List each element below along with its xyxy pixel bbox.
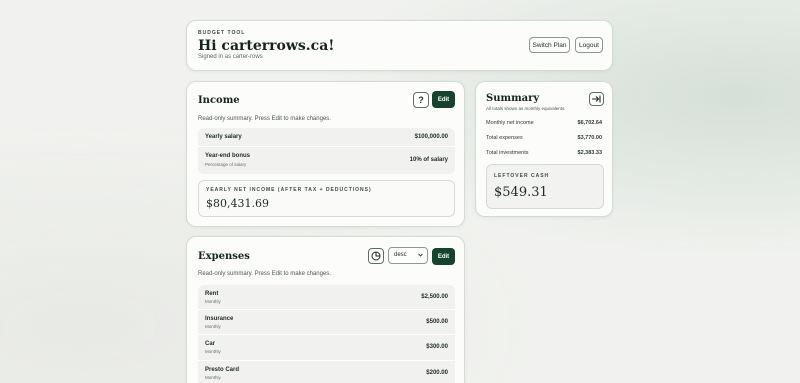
leftover-label: LEFTOVER CASH (494, 173, 550, 179)
summary-row: Total expenses $3,770.00 (486, 135, 602, 141)
income-hint: Read-only summary. Press Edit to make ch… (198, 116, 331, 122)
list-item: Yearly salary $100,000.00 (198, 128, 455, 147)
row-label: Presto Card (205, 367, 240, 373)
eyebrow: BUDGET TOOL (198, 30, 246, 36)
summary-row: Total investments $2,383.33 (486, 150, 602, 156)
net-income-label: YEARLY NET INCOME (AFTER TAX + DEDUCTION… (206, 187, 372, 193)
switch-plan-button[interactable]: Switch Plan (529, 37, 570, 53)
signed-in-text: Signed in as carter-rows (198, 54, 263, 60)
summary-row-value: $3,770.00 (577, 135, 602, 141)
summary-note: All totals shown as monthly equivalents. (486, 106, 566, 111)
summary-row-label: Monthly net income (486, 120, 534, 126)
summary-card: Summary All totals shown as monthly equi… (475, 81, 613, 217)
expenses-edit-button[interactable]: Edit (432, 248, 455, 265)
row-sublabel: Monthly (205, 324, 221, 329)
row-sublabel: Monthly (205, 375, 221, 380)
summary-title: Summary (486, 93, 540, 104)
sort-select[interactable]: desc (388, 247, 428, 264)
row-label: Year-end bonus (205, 153, 251, 159)
row-label: Insurance (205, 316, 234, 322)
summary-row-value: $2,383.33 (577, 150, 602, 156)
greeting: Hi carterrows.ca! (198, 38, 335, 54)
expenses-title: Expenses (198, 251, 250, 262)
list-item: Rent Monthly $2,500.00 (198, 285, 455, 310)
row-sublabel: Monthly (205, 299, 221, 304)
income-title: Income (198, 95, 240, 106)
collapse-panel-icon[interactable] (589, 92, 604, 106)
expenses-hint: Read-only summary. Press Edit to make ch… (198, 271, 331, 277)
row-sublabel: Percentage of salary (205, 162, 247, 167)
row-value: $2,500.00 (421, 294, 448, 300)
summary-row-label: Total expenses (486, 135, 523, 141)
income-edit-button[interactable]: Edit (432, 91, 455, 108)
pie-chart-icon[interactable] (368, 248, 384, 264)
summary-row-value: $6,702.64 (577, 120, 602, 126)
chevron-down-icon (418, 253, 423, 259)
leftover-cash-box: LEFTOVER CASH $549.31 (486, 164, 604, 209)
row-value: $200.00 (426, 370, 448, 376)
net-income-value: $80,431.69 (206, 197, 269, 210)
summary-row-label: Total investments (486, 150, 529, 156)
list-item: Car Monthly $300.00 (198, 335, 455, 361)
income-rows: Yearly salary $100,000.00 Year-end bonus… (198, 128, 455, 174)
row-value: 10% of salary (409, 157, 448, 163)
logout-button[interactable]: Logout (575, 37, 603, 53)
list-item: Year-end bonus Percentage of salary 10% … (198, 147, 455, 174)
row-label: Car (205, 341, 216, 347)
row-value: $500.00 (426, 319, 448, 325)
leftover-value: $549.31 (494, 185, 548, 200)
list-item: Presto Card Monthly $200.00 (198, 361, 455, 383)
net-income-box: YEARLY NET INCOME (AFTER TAX + DEDUCTION… (198, 180, 455, 217)
row-value: $100,000.00 (414, 134, 448, 140)
row-label: Yearly salary (205, 134, 242, 140)
list-item: Insurance Monthly $500.00 (198, 310, 455, 335)
help-icon[interactable]: ? (413, 92, 429, 108)
summary-row: Monthly net income $6,702.64 (486, 120, 602, 126)
row-label: Rent (205, 291, 219, 297)
expenses-rows: Rent Monthly $2,500.00 Insurance Monthly… (198, 285, 455, 383)
sort-select-value: desc (394, 252, 407, 258)
income-card: Income ? Edit Read-only summary. Press E… (186, 81, 465, 227)
row-sublabel: Monthly (205, 349, 221, 354)
row-value: $300.00 (426, 344, 448, 350)
